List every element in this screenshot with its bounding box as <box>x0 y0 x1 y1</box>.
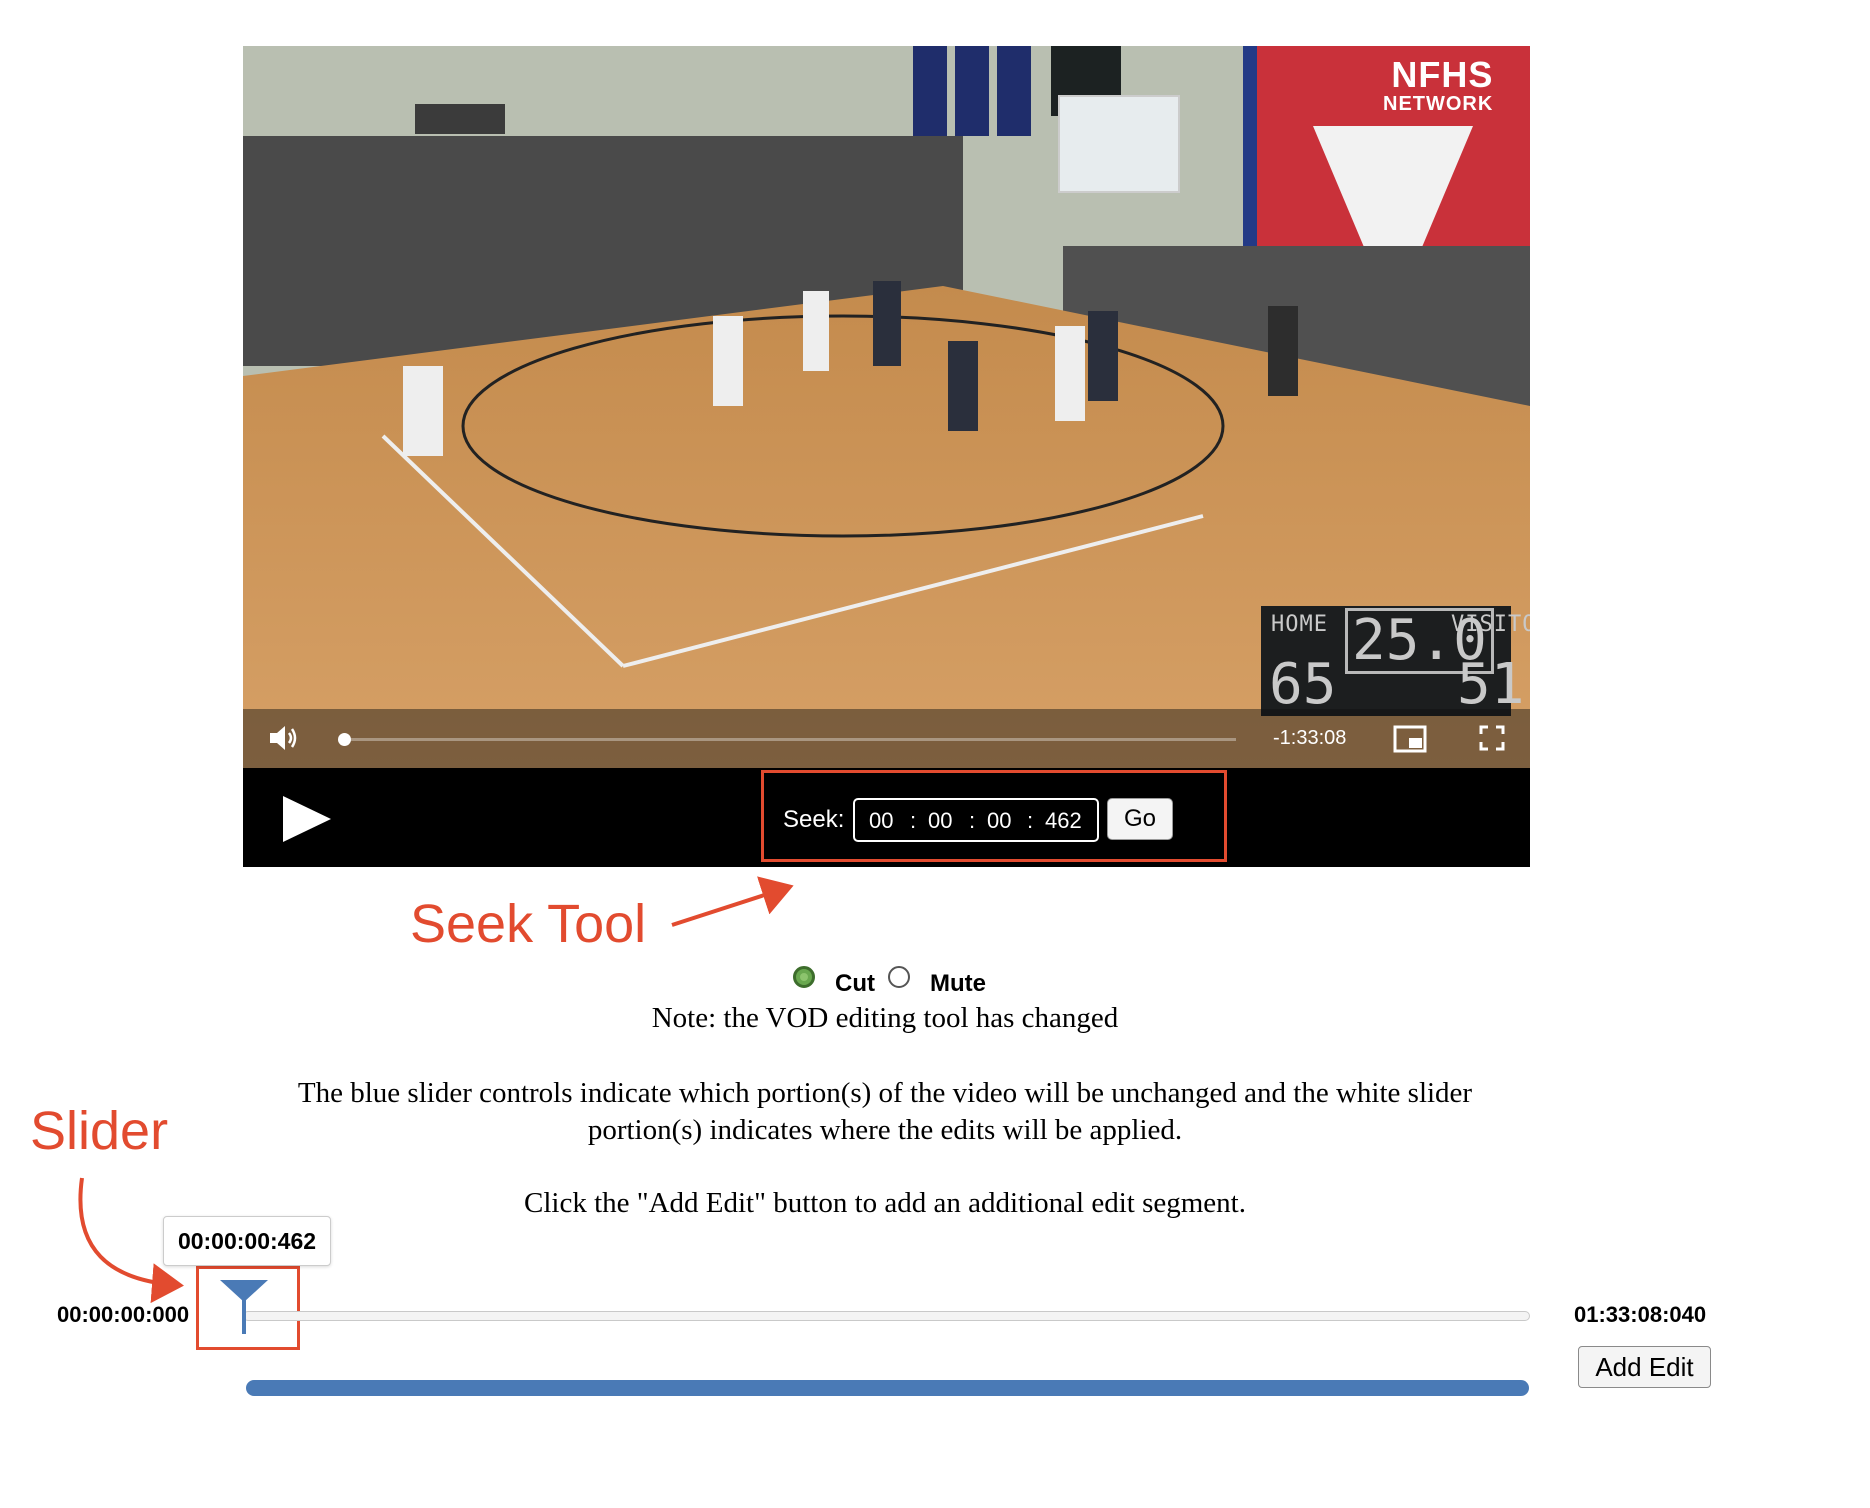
edit-slider-track[interactable] <box>243 1311 1530 1321</box>
scoreboard-visitor-score: 51 <box>1457 652 1525 717</box>
add-edit-instructions: Click the "Add Edit" button to add an ad… <box>524 1187 1246 1219</box>
edit-mode-group: Cut Mute <box>793 964 1013 998</box>
video-controls: -1:33:08 <box>243 709 1530 768</box>
scoreboard-home-label: HOME <box>1271 612 1328 637</box>
scoreboard: HOME VISITOR 25.0 65 51 <box>1261 606 1530 717</box>
scoreboard-home-score: 65 <box>1269 652 1337 717</box>
speaker-icon[interactable] <box>267 722 299 754</box>
mute-radio[interactable] <box>888 966 910 988</box>
slider-arrow <box>78 1177 184 1304</box>
nfhs-network-logo: NFHS NETWORK <box>1383 54 1494 115</box>
handle-time-tooltip: 00:00:00:462 <box>163 1216 331 1266</box>
fullscreen-icon[interactable] <box>1478 724 1506 752</box>
play-icon[interactable] <box>281 794 333 844</box>
timeline-start-time: 00:00:00:000 <box>57 1302 190 1327</box>
seek-tool-highlight <box>761 770 1227 862</box>
slider-instructions: The blue slider controls indicate which … <box>297 1077 1473 1146</box>
cut-label[interactable]: Cut <box>835 970 875 998</box>
editing-tool-note: Note: the VOD editing tool has changed <box>651 1002 1119 1034</box>
video-player[interactable]: NFHS NETWORK HOME VISITOR 25.0 65 51 -1:… <box>243 46 1530 768</box>
edit-slider-handle[interactable] <box>218 1278 270 1336</box>
seek-tool-arrow <box>671 876 794 927</box>
mute-label[interactable]: Mute <box>930 970 986 998</box>
slider-annotation: Slider <box>30 1101 169 1161</box>
picture-in-picture-icon[interactable] <box>1393 725 1427 753</box>
cut-radio[interactable] <box>793 966 815 988</box>
add-edit-button[interactable]: Add Edit <box>1578 1346 1711 1388</box>
timeline-end-time: 01:33:08:040 <box>1574 1302 1707 1327</box>
remaining-time: -1:33:08 <box>1273 727 1347 749</box>
unchanged-segment-bar[interactable] <box>246 1380 1529 1396</box>
progress-knob[interactable] <box>338 733 351 746</box>
seek-tool-annotation: Seek Tool <box>410 894 647 954</box>
progress-bar[interactable] <box>343 738 1236 741</box>
